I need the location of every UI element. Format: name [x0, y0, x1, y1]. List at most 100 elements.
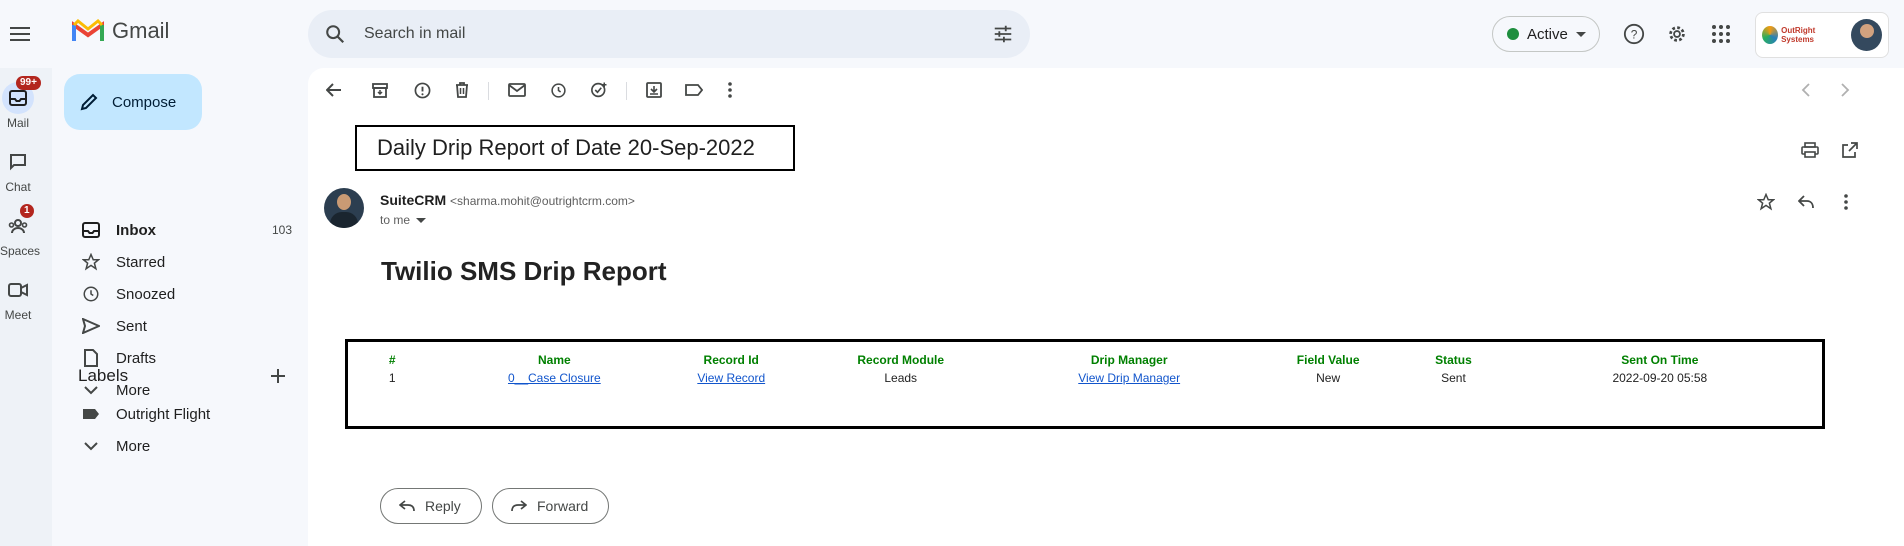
labels-more-text: More	[116, 437, 151, 455]
labels-button[interactable]	[682, 78, 706, 102]
trash-icon	[456, 82, 468, 98]
label-item-outright-flight[interactable]: Outright Flight	[52, 398, 292, 430]
search-options-icon[interactable]	[992, 23, 1014, 45]
labels-heading: Labels	[78, 366, 129, 385]
view-drip-manager-link[interactable]: View Drip Manager	[1078, 371, 1180, 385]
mail-unread-badge: 99+	[16, 76, 41, 90]
cell-drip-manager: View Drip Manager	[1011, 369, 1247, 387]
view-record-link[interactable]: View Record	[697, 371, 765, 385]
rail-label-chat: Chat	[5, 180, 31, 194]
brand-logo: OutRight Systems	[1762, 22, 1843, 48]
more-actions-button[interactable]	[718, 78, 742, 102]
name-link[interactable]: 0__Case Closure	[508, 371, 601, 385]
forward-label: Forward	[537, 498, 589, 514]
sidebar-item-inbox[interactable]: Inbox 103	[52, 214, 292, 246]
sidebar-item-starred[interactable]: Starred	[52, 246, 292, 278]
email-view: Daily Drip Report of Date 20-Sep-2022 Su…	[308, 68, 1904, 546]
mark-unread-button[interactable]	[505, 78, 529, 102]
sender-name[interactable]: SuiteCRM	[380, 192, 446, 208]
apps-button[interactable]	[1705, 18, 1737, 50]
brand-logo-text: OutRight Systems	[1781, 26, 1816, 44]
account-avatar[interactable]	[1851, 19, 1882, 51]
clock-icon	[80, 285, 102, 303]
col-header-sent-on-time: Sent On Time	[1621, 353, 1699, 367]
rail-item-spaces[interactable]: 1 Spaces	[0, 204, 41, 258]
account-switcher[interactable]: OutRight Systems	[1755, 12, 1889, 58]
rail-label-spaces: Spaces	[0, 244, 41, 258]
gmail-m-icon	[72, 19, 104, 41]
sidebar-item-label: Snoozed	[116, 285, 176, 303]
gear-icon	[1669, 26, 1685, 42]
chevron-right-icon	[1841, 83, 1850, 97]
add-task-icon	[591, 82, 607, 98]
print-button[interactable]	[1798, 138, 1822, 162]
status-selector[interactable]: Active	[1492, 16, 1600, 52]
sender-avatar[interactable]	[324, 188, 364, 228]
inbox-count: 103	[271, 223, 292, 237]
archive-button[interactable]	[368, 78, 392, 102]
forward-button[interactable]: Forward	[492, 488, 610, 524]
toolbar-divider	[488, 82, 489, 100]
main-menu-button[interactable]	[0, 14, 40, 54]
pencil-icon	[80, 93, 98, 111]
col-header-record-module: Record Module	[857, 353, 945, 367]
table-header-row: # Name Record Id Record Module Drip Mana…	[348, 352, 1822, 369]
rail-label-mail: Mail	[6, 116, 29, 130]
cell-record-module: Leads	[884, 371, 918, 385]
chat-rail-icon-wrap	[2, 146, 34, 178]
drip-report-table-box: # Name Record Id Record Module Drip Mana…	[345, 339, 1825, 429]
reply-button[interactable]: Reply	[380, 488, 482, 524]
add-to-tasks-button[interactable]	[587, 78, 611, 102]
sidebar-item-snoozed[interactable]: Snoozed	[52, 278, 292, 310]
col-header-field-value: Field Value	[1296, 353, 1360, 367]
cell-number: 1	[388, 371, 396, 385]
create-label-button[interactable]	[266, 364, 290, 388]
report-spam-button[interactable]	[410, 78, 434, 102]
printer-icon	[1801, 142, 1819, 158]
help-button[interactable]: ?	[1618, 18, 1650, 50]
snooze-button[interactable]	[546, 78, 570, 102]
reply-icon-button[interactable]	[1794, 190, 1818, 214]
col-header-number: #	[388, 353, 396, 367]
message-more-button[interactable]	[1834, 190, 1858, 214]
envelope-icon	[508, 83, 526, 97]
move-to-button[interactable]	[642, 78, 666, 102]
older-button[interactable]	[1833, 78, 1857, 102]
sender-line: SuiteCRM <sharma.mohit@outrightcrm.com>	[380, 192, 635, 208]
rail-item-mail[interactable]: 99+ Mail	[0, 76, 41, 130]
rail-label-meet: Meet	[4, 308, 32, 322]
sidebar-item-label: Sent	[116, 317, 147, 335]
sidebar: Compose Inbox 103 Starred Snoozed Sent D…	[52, 68, 308, 546]
rail-item-meet[interactable]: Meet	[0, 274, 36, 322]
report-title: Twilio SMS Drip Report	[381, 256, 667, 286]
labels-more[interactable]: More	[52, 430, 292, 462]
sender-email: <sharma.mohit@outrightcrm.com>	[450, 194, 635, 208]
svg-text:?: ?	[1631, 28, 1638, 42]
recipient-details[interactable]: to me	[380, 213, 427, 227]
search-icon[interactable]	[324, 23, 346, 45]
settings-button[interactable]	[1661, 18, 1693, 50]
rail-item-chat[interactable]: Chat	[0, 146, 36, 194]
reply-icon	[399, 500, 415, 512]
spaces-rail-icon-wrap: 1	[2, 204, 34, 242]
newer-button[interactable]	[1794, 78, 1818, 102]
delete-button[interactable]	[450, 78, 474, 102]
cell-status: Sent	[1441, 371, 1466, 385]
archive-icon	[372, 83, 388, 98]
back-button[interactable]	[322, 78, 346, 102]
search-bar	[308, 10, 1030, 58]
open-new-window-button[interactable]	[1838, 138, 1862, 162]
draft-file-icon	[80, 349, 102, 367]
send-icon	[80, 318, 102, 334]
star-button[interactable]	[1754, 190, 1778, 214]
gmail-logo[interactable]: Gmail	[72, 18, 169, 44]
search-input[interactable]	[364, 22, 924, 46]
hamburger-icon	[10, 27, 30, 41]
star-icon	[1757, 193, 1775, 211]
compose-label: Compose	[112, 93, 177, 111]
apps-grid-icon	[1712, 25, 1730, 43]
cell-name: 0__Case Closure	[436, 369, 672, 387]
sidebar-item-sent[interactable]: Sent	[52, 310, 292, 342]
forward-icon	[511, 500, 527, 512]
compose-button[interactable]: Compose	[64, 74, 202, 130]
